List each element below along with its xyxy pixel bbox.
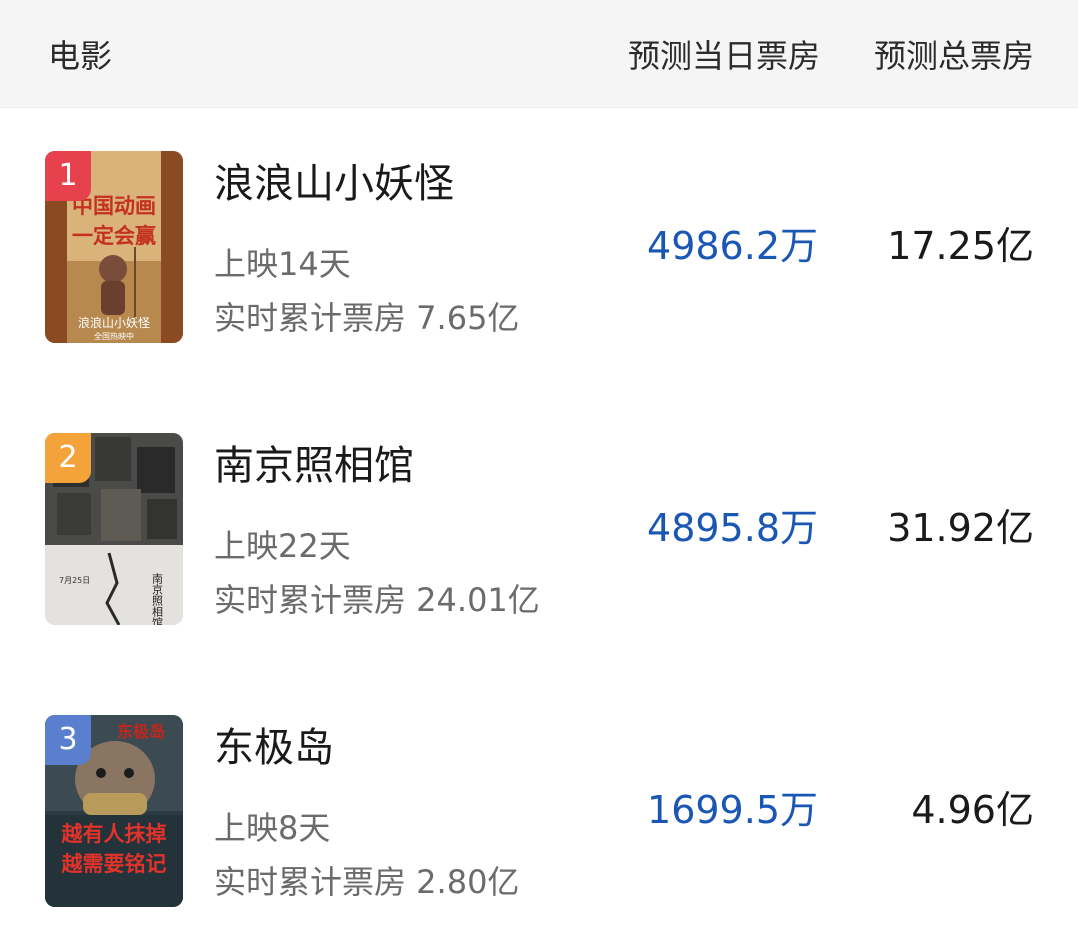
day-forecast-value: 1699.5万 <box>647 788 818 832</box>
poster-text-1: 东极岛 <box>117 722 165 741</box>
rank-badge: 3 <box>45 715 91 765</box>
total-forecast-value: 4.96亿 <box>911 788 1034 832</box>
movie-row[interactable]: 中国动画 一定会赢 浪浪山小妖怪 全国热映中 1 浪浪山小妖怪 上映14天 实时… <box>0 108 1078 390</box>
total-forecast-value: 31.92亿 <box>887 506 1034 550</box>
movie-title[interactable]: 南京照相馆 <box>214 442 414 490</box>
days-showing: 上映8天 <box>214 809 331 847</box>
cumulative-box-office: 实时累计票房 2.80亿 <box>214 863 520 901</box>
day-forecast-value: 4895.8万 <box>647 506 818 550</box>
movie-title[interactable]: 东极岛 <box>214 724 334 772</box>
poster-text-1: 南京照相馆 <box>151 573 164 625</box>
movie-row[interactable]: 东极岛 越有人抹掉 越需要铭记 3 东极岛 上映8天 实时累计票房 2.80亿 … <box>0 672 1078 928</box>
poster-text-3: 浪浪山小妖怪 <box>78 315 150 330</box>
table-header: 电影 预测当日票房 预测总票房 <box>0 0 1078 108</box>
rank-badge: 1 <box>45 151 91 201</box>
poster-text-3: 越需要铭记 <box>61 852 167 876</box>
header-day-forecast-label[interactable]: 预测当日票房 <box>628 36 820 76</box>
cumulative-box-office: 实时累计票房 7.65亿 <box>214 299 520 337</box>
rank-badge: 2 <box>45 433 91 483</box>
header-movie-label: 电影 <box>48 37 113 75</box>
poster-text-2: 一定会赢 <box>72 224 156 248</box>
poster-text-2: 7月25日 <box>59 576 90 585</box>
days-showing: 上映22天 <box>214 527 351 565</box>
movie-row[interactable]: 7月25日 南京照相馆 2 南京照相馆 上映22天 实时累计票房 24.01亿 … <box>0 390 1078 672</box>
poster-text-2: 越有人抹掉 <box>61 822 167 846</box>
movie-title[interactable]: 浪浪山小妖怪 <box>214 160 454 208</box>
poster-text-4: 全国热映中 <box>94 331 134 341</box>
header-total-forecast-label[interactable]: 预测总票房 <box>874 36 1034 76</box>
cumulative-box-office: 实时累计票房 24.01亿 <box>214 581 540 619</box>
day-forecast-value: 4986.2万 <box>647 224 818 268</box>
days-showing: 上映14天 <box>214 245 351 283</box>
total-forecast-value: 17.25亿 <box>887 224 1034 268</box>
